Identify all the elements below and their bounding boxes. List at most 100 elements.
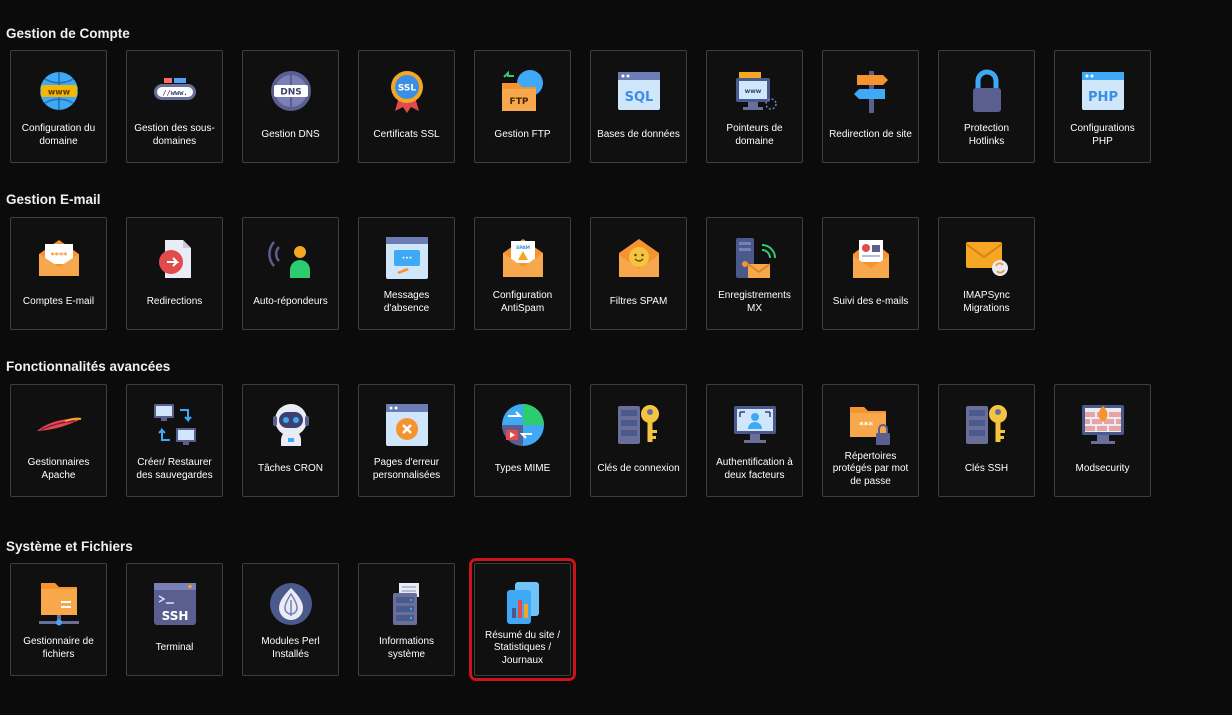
tile-label: Créer/ Restaurer des sauvegardes [136,457,213,481]
absence-message-icon: ··· [383,234,431,282]
tile-label: Modsecurity [1075,463,1130,475]
tile-filtres-spam[interactable]: Filtres SPAM [590,217,687,330]
section-title-gestion-compte: Gestion de Compte [6,26,130,41]
tile-comptes-email[interactable]: **** Comptes E-mail [10,217,107,330]
tile-label: Répertoires protégés par mot de passe [832,450,909,487]
tile-imapsync[interactable]: IMAPSync Migrations [938,217,1035,330]
tile-label: Enregistrements MX [718,290,791,314]
tile-bases-donnees[interactable]: SQL Bases de données [590,50,687,163]
tile-taches-cron[interactable]: Tâches CRON [242,384,339,497]
tile-label: Auto-répondeurs [253,296,328,308]
tile-authentification-deux-facteurs[interactable]: Authentification à deux facteurs [706,384,803,497]
tile-modules-perl[interactable]: Modules Perl Installés [242,563,339,676]
email-tracking-icon [847,234,895,282]
svg-text:SSL: SSL [397,84,416,94]
tile-label: Configuration AntiSpam [492,290,553,314]
tile-gestionnaire-fichiers[interactable]: Gestionnaire de fichiers [10,563,107,676]
backup-restore-icon [151,401,199,449]
tile-cles-ssh[interactable]: Clés SSH [938,384,1035,497]
tile-messages-absence[interactable]: ··· Messages d'absence [358,217,455,330]
error-page-icon [383,401,431,449]
tile-pages-erreur[interactable]: Pages d'erreur personnalisées [358,384,455,497]
tile-label: Configuration du domaine [21,123,96,147]
tile-gestion-ftp[interactable]: FTP Gestion FTP [474,50,571,163]
system-info-icon [383,580,431,628]
tile-row-gestion-email: **** Comptes E-mail Redirections Auto-ré… [10,217,1035,330]
tile-label: Gestion DNS [261,129,320,141]
svg-text:www: www [47,88,70,97]
tile-certificats-ssl[interactable]: SSL Certificats SSL [358,50,455,163]
tile-label: Redirections [146,296,203,308]
tile-label: IMAPSync Migrations [963,290,1010,314]
email-password-icon: **** [35,234,83,282]
tile-gestion-dns[interactable]: DNS Gestion DNS [242,50,339,163]
tile-label: Pointeurs de domaine [726,123,783,147]
server-key-icon [615,401,663,449]
tile-sauvegardes[interactable]: Créer/ Restaurer des sauvegardes [126,384,223,497]
subdomain-bar-icon: //www. [151,67,199,115]
firewall-icon [1079,401,1127,449]
tile-pointeurs-domaine[interactable]: www Pointeurs de domaine [706,50,803,163]
tile-label: Authentification à deux facteurs [716,457,793,481]
domain-pointer-icon: www [731,67,779,115]
tile-label: Terminal [155,642,194,654]
tile-informations-systeme[interactable]: Informations système [358,563,455,676]
mx-server-icon [731,234,779,282]
tile-label: Tâches CRON [257,463,323,475]
tile-label: Redirection de site [829,129,912,141]
tile-configuration-domaine[interactable]: www Configuration du domaine [10,50,107,163]
perl-onion-icon [267,580,315,628]
tile-label: Configurations PHP [1070,123,1135,147]
tile-label: Gestion des sous-domaines [134,123,215,147]
svg-text:****: **** [50,251,68,260]
tile-row-gestion-compte: www Configuration du domaine //www. Gest… [10,50,1151,163]
svg-text:SPAM: SPAM [515,245,530,251]
tile-auto-repondeurs[interactable]: Auto-répondeurs [242,217,339,330]
site-stats-icon [499,580,547,628]
tile-suivi-emails[interactable]: Suivi des e-mails [822,217,919,330]
svg-text:SSH: SSH [161,609,188,623]
tile-redirections[interactable]: Redirections [126,217,223,330]
tile-label: Gestionnaire de fichiers [23,636,94,660]
tile-configurations-php[interactable]: PHP Configurations PHP [1054,50,1151,163]
mime-types-icon [499,401,547,449]
tile-sous-domaines[interactable]: //www. Gestion des sous-domaines [126,50,223,163]
svg-text:FTP: FTP [509,97,528,107]
tile-label: Protection Hotlinks [963,123,1010,147]
apache-feather-icon [35,401,83,449]
tile-label: Clés de connexion [597,463,680,475]
tile-repertoires-proteges[interactable]: *** Répertoires protégés par mot de pass… [822,384,919,497]
svg-text:···: ··· [401,254,411,264]
tile-terminal[interactable]: SSH Terminal [126,563,223,676]
tile-modsecurity[interactable]: Modsecurity [1054,384,1151,497]
section-title-systeme-fichiers: Système et Fichiers [6,539,133,554]
svg-text:SQL: SQL [624,90,653,105]
signpost-icon [847,67,895,115]
imapsync-icon [963,234,1011,282]
tile-label: Clés SSH [964,463,1009,475]
auto-responder-icon [267,234,315,282]
tile-row-fonctionnalites-avancees: Gestionnaires Apache Créer/ Restaurer de… [10,384,1151,497]
tile-redirection-site[interactable]: Redirection de site [822,50,919,163]
tile-types-mime[interactable]: Types MIME [474,384,571,497]
file-manager-icon [35,580,83,628]
globe-www-icon: www [35,67,83,115]
tile-gestionnaires-apache[interactable]: Gestionnaires Apache [10,384,107,497]
tile-cles-connexion[interactable]: Clés de connexion [590,384,687,497]
tile-label: Bases de données [597,129,680,141]
tile-protection-hotlinks[interactable]: Protection Hotlinks [938,50,1035,163]
dns-globe-icon: DNS [267,67,315,115]
tile-label: Types MIME [494,463,551,475]
sql-window-icon: SQL [615,67,663,115]
tile-label: Gestion FTP [494,129,551,141]
tile-label: Filtres SPAM [609,296,668,308]
tile-label: Certificats SSL [373,129,440,141]
tile-enregistrements-mx[interactable]: Enregistrements MX [706,217,803,330]
svg-text:***: *** [858,421,872,431]
tile-label: Informations système [378,636,435,660]
tile-resume-site[interactable]: Résumé du site / Statistiques / Journaux [469,558,576,681]
svg-text:PHP: PHP [1088,90,1118,105]
tile-label: Messages d'absence [383,290,430,314]
tile-configuration-antispam[interactable]: SPAM Configuration AntiSpam [474,217,571,330]
ssl-badge-icon: SSL [383,67,431,115]
